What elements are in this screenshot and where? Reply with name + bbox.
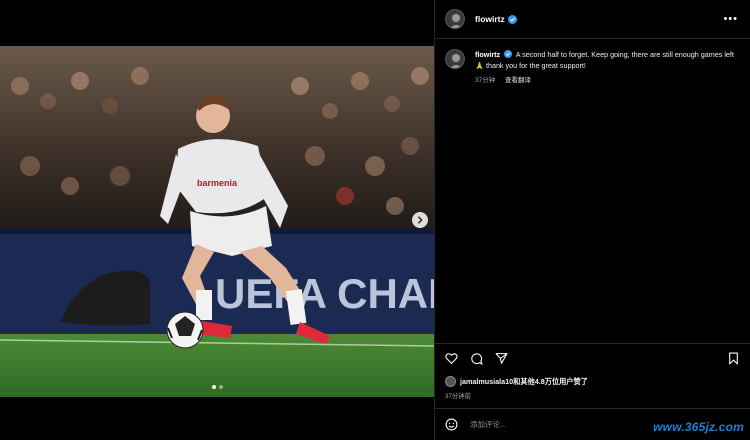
- likes-text: jamalmusiala10和其他4.8万位用户赞了: [460, 376, 588, 386]
- post-panel: flowirtz ••• flowirtz A second half to f…: [434, 0, 750, 440]
- share-button[interactable]: [495, 352, 508, 365]
- heart-icon: [445, 353, 458, 365]
- next-arrow-icon: [417, 216, 423, 224]
- verified-icon: [504, 50, 513, 58]
- caption-text: A second half to forget. Keep going, the…: [475, 50, 734, 70]
- comment-icon: [471, 353, 483, 365]
- post-media[interactable]: UEFA CHAMPIONS L barmenia: [0, 46, 434, 397]
- carousel-dot-1: [211, 385, 216, 389]
- post-time: 37分钟前: [445, 393, 471, 400]
- avatar[interactable]: [445, 9, 465, 29]
- avatar-image: [449, 14, 463, 28]
- photo-player-dribbling: UEFA CHAMPIONS L barmenia: [0, 46, 434, 397]
- like-button[interactable]: [445, 352, 458, 365]
- post-header: flowirtz •••: [435, 0, 750, 39]
- username[interactable]: flowirtz: [475, 14, 505, 24]
- save-button[interactable]: [727, 352, 740, 365]
- comment-input[interactable]: 添加评论...: [470, 419, 506, 430]
- watermark: www.365jz.com: [653, 420, 744, 434]
- caption: flowirtz A second half to forget. Keep g…: [435, 39, 750, 86]
- liker-avatar: [445, 376, 456, 387]
- football: [166, 311, 204, 349]
- carousel-dots: [0, 385, 434, 389]
- share-icon: [495, 353, 508, 364]
- board-text: UEFA CHAMPIONS L: [215, 270, 434, 317]
- verified-icon: [507, 14, 517, 24]
- bookmark-icon: [729, 352, 738, 365]
- likes-summary[interactable]: jamalmusiala10和其他4.8万位用户赞了: [445, 376, 588, 387]
- action-bar: [435, 343, 750, 373]
- caption-username[interactable]: flowirtz: [475, 50, 500, 59]
- avatar-image: [449, 54, 463, 68]
- translate-link[interactable]: 查看翻译: [505, 77, 531, 84]
- carousel-dot-2: [218, 385, 223, 389]
- caption-avatar[interactable]: [445, 49, 465, 69]
- next-photo-button[interactable]: [412, 212, 428, 228]
- comment-button[interactable]: [470, 352, 483, 365]
- more-icon[interactable]: •••: [723, 13, 738, 25]
- emoji-icon[interactable]: [445, 418, 458, 431]
- sponsor-text: barmenia: [197, 178, 238, 188]
- caption-time: 37分钟: [475, 77, 496, 84]
